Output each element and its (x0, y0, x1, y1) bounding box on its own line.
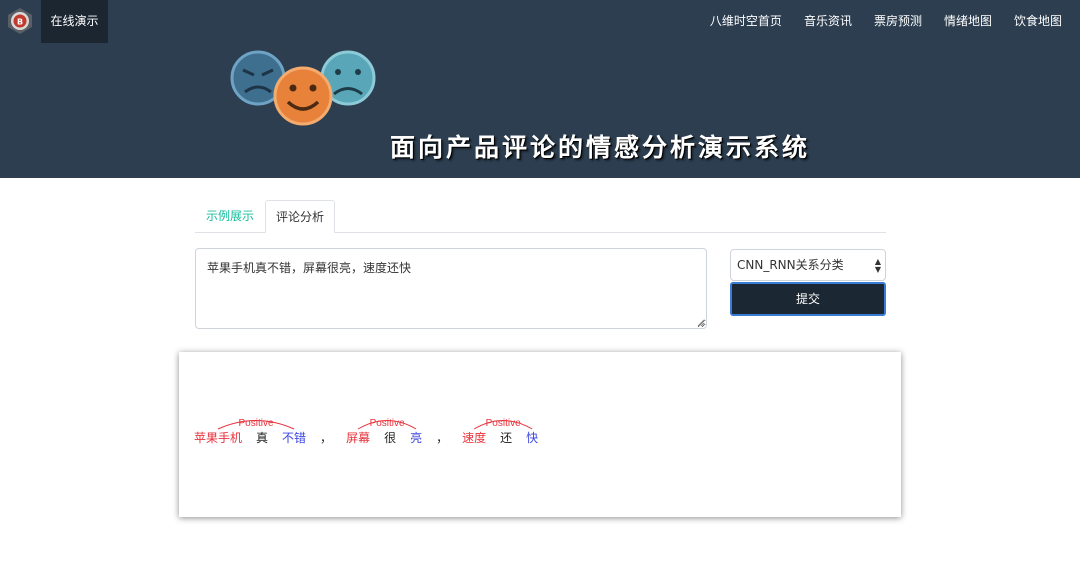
token-opinion: 亮 (410, 430, 422, 445)
nav-item-food-map[interactable]: 饮食地图 (1003, 0, 1080, 43)
analysis-result-panel: 苹果手机真不错 ， 屏幕很亮 ， 速度还快 Positive Positive Positiv… (179, 352, 901, 517)
page-title: 面向产品评论的情感分析演示系统 (390, 133, 811, 162)
relation-visualization: 苹果手机真不错 ， 屏幕很亮 ， 速度还快 Positive Positive Positiv… (194, 418, 538, 445)
model-select-value: CNN_RNN关系分类 (737, 258, 844, 272)
token-opinion: 不错 (282, 431, 306, 445)
submit-button[interactable]: 提交 (730, 282, 886, 316)
select-arrows-icon: ▲ ▼ (874, 257, 881, 274)
token-opinion: 快 (526, 431, 538, 445)
token-aspect: 屏幕 (346, 431, 370, 445)
nav-item-boxoffice[interactable]: 票房预测 (863, 0, 933, 43)
token-aspect: 速度 (462, 430, 486, 445)
token-other: 很 (384, 431, 396, 445)
token-aspect: 苹果手机 (194, 431, 242, 445)
nav-item-music[interactable]: 音乐资讯 (793, 0, 863, 43)
header-banner: B 在线演示 八维时空首页 音乐资讯 票房预测 情绪地图 饮食地图 面向产品评论… (0, 0, 1080, 178)
relation-label: Positive (486, 418, 521, 429)
svg-text:B: B (17, 18, 23, 27)
token-other: ， (436, 431, 448, 445)
relation-label: Positive (370, 418, 405, 429)
token-other: 真 (256, 431, 268, 445)
tab-examples[interactable]: 示例展示 (195, 200, 265, 233)
lab-logo-icon[interactable]: B (6, 7, 34, 35)
tab-bar: 示例展示 评论分析 (195, 200, 886, 233)
resize-grip-icon[interactable] (697, 319, 705, 327)
brand-link[interactable]: 在线演示 (41, 0, 108, 43)
tab-review-analysis[interactable]: 评论分析 (265, 200, 335, 233)
emotion-faces-icon (230, 50, 376, 126)
top-nav: 八维时空首页 音乐资讯 票房预测 情绪地图 饮食地图 (699, 0, 1080, 43)
token-other: ， (320, 431, 332, 445)
nav-item-home[interactable]: 八维时空首页 (699, 0, 793, 43)
relation-label: Positive (239, 418, 274, 429)
token-other: 还 (500, 431, 512, 445)
review-input[interactable]: 苹果手机真不错，屏幕很亮，速度还快 (195, 248, 707, 329)
model-select[interactable]: CNN_RNN关系分类 ▲ ▼ (730, 249, 886, 281)
nav-item-emotion-map[interactable]: 情绪地图 (933, 0, 1003, 43)
